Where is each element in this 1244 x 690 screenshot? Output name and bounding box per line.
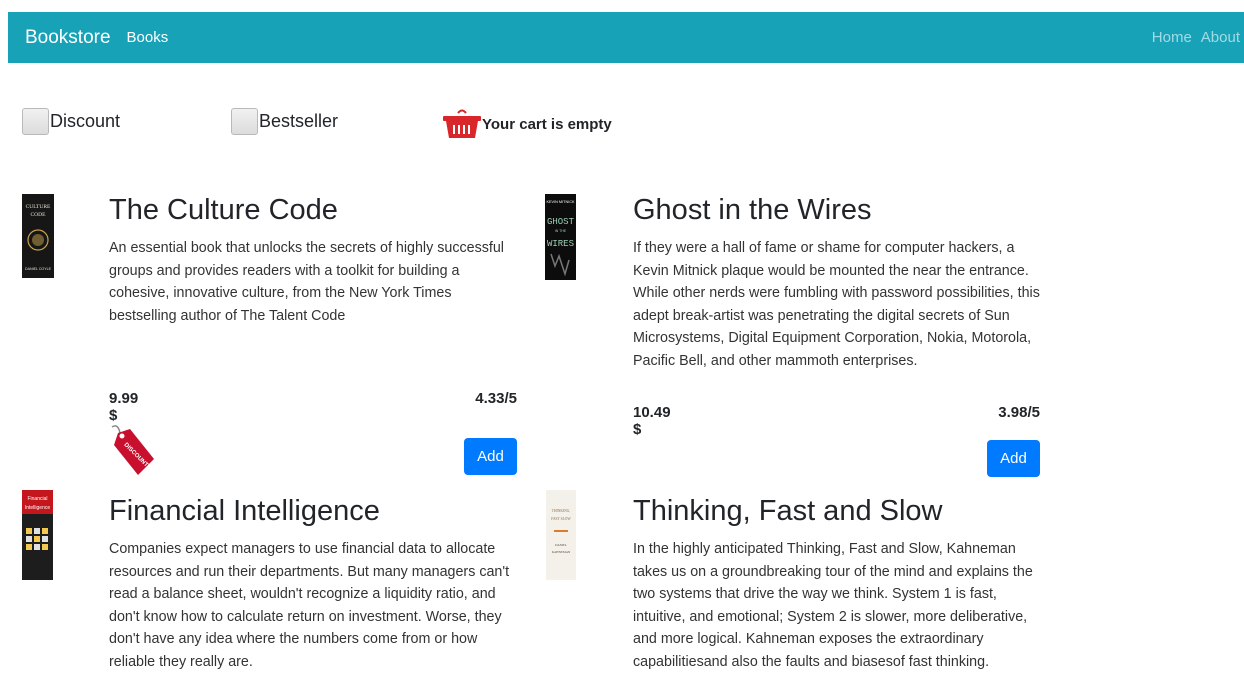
add-button[interactable]: Add (987, 440, 1040, 477)
nav-books-link[interactable]: Books (127, 29, 169, 46)
svg-text:DANIEL COYLE: DANIEL COYLE (25, 267, 52, 271)
bestseller-label: Bestseller (259, 111, 339, 131)
svg-text:Financial: Financial (27, 496, 47, 502)
book-description: In the highly anticipated Thinking, Fast… (633, 541, 1033, 670)
bestseller-checkbox[interactable] (231, 108, 258, 135)
book-rating: 4.33/5 (475, 390, 517, 407)
navbar: Bookstore Books Home About (8, 12, 1244, 63)
book-cover[interactable]: KEVIN MITNICK GHOST IN THE WIRES (545, 194, 576, 280)
book-title: Ghost in the Wires (633, 194, 872, 226)
cart-label: Your cart is empty (482, 115, 612, 133)
svg-text:Intelligence: Intelligence (25, 505, 51, 511)
nav-about-link[interactable]: About (1201, 29, 1240, 46)
bestseller-filter: Bestseller (231, 108, 338, 135)
book-description: If they were a hall of fame or shame for… (633, 240, 1040, 369)
svg-text:WIRES: WIRES (547, 239, 574, 249)
discount-filter: Discount (22, 108, 120, 135)
svg-text:CULTURE: CULTURE (26, 204, 51, 210)
book-cover[interactable]: Financial Intelligence (22, 490, 53, 580)
svg-text:FAST SLOW: FAST SLOW (551, 517, 571, 521)
svg-text:KAHNEMAN: KAHNEMAN (552, 550, 571, 554)
basket-icon (443, 109, 481, 138)
svg-text:CODE: CODE (31, 212, 47, 218)
book-description: Companies expect managers to use financi… (109, 541, 510, 670)
book-title: Financial Intelligence (109, 495, 380, 527)
add-button[interactable]: Add (464, 438, 517, 475)
book-description: An essential book that unlocks the secre… (109, 240, 504, 324)
svg-text:DANIEL: DANIEL (555, 543, 567, 547)
book-title: Thinking, Fast and Slow (633, 495, 943, 527)
discount-tag-icon: DISCOUNT (111, 425, 154, 475)
book-rating: 3.98/5 (998, 404, 1040, 421)
book-cover[interactable]: THINKING, FAST SLOW DANIEL KAHNEMAN (546, 490, 576, 580)
svg-text:GHOST: GHOST (547, 217, 575, 227)
book-title: The Culture Code (109, 194, 338, 226)
brand-link[interactable]: Bookstore (25, 27, 111, 49)
book-price: 10.49 $ (633, 404, 671, 438)
discount-label: Discount (50, 111, 121, 131)
discount-checkbox[interactable] (22, 108, 49, 135)
book-cover[interactable]: CULTURE CODE DANIEL COYLE (22, 194, 54, 278)
svg-text:IN THE: IN THE (555, 229, 567, 233)
cart-status[interactable]: Your cart is empty (442, 108, 612, 140)
filters-bar: Discount Bestseller Your cart is empty (22, 108, 722, 140)
svg-text:KEVIN MITNICK: KEVIN MITNICK (546, 200, 575, 204)
book-price: 9.99 $ (109, 390, 139, 424)
nav-right: Home About (1152, 29, 1240, 46)
nav-home-link[interactable]: Home (1152, 29, 1192, 46)
